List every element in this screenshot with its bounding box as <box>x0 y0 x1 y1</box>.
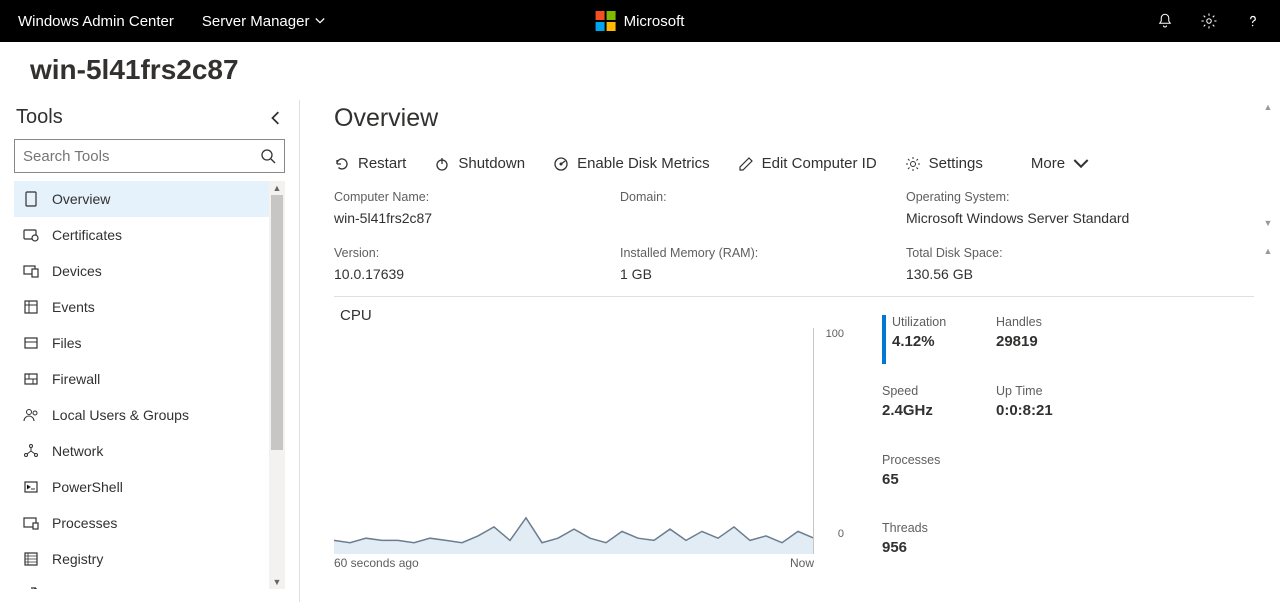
devices-icon <box>22 262 40 280</box>
registry-icon <box>22 550 40 568</box>
chevron-down-icon <box>1073 156 1089 172</box>
info-os: Operating System: Microsoft Windows Serv… <box>906 190 1206 226</box>
sidebar-item-label: Processes <box>52 515 117 531</box>
shutdown-button[interactable]: Shutdown <box>434 155 525 172</box>
top-bar: Windows Admin Center Server Manager Micr… <box>0 0 1280 42</box>
restart-icon <box>334 156 350 172</box>
search-input[interactable] <box>23 148 260 165</box>
content-scrollbar-lower[interactable]: ▲ <box>1260 244 1276 524</box>
overview-icon <box>22 190 40 208</box>
info-domain: Domain: <box>620 190 906 226</box>
shutdown-icon <box>434 156 450 172</box>
sidebar-item-powershell[interactable]: PowerShell <box>14 469 285 505</box>
info-version: Version: 10.0.17639 <box>334 246 620 282</box>
stat-utilization: Utilization 4.12% <box>882 315 992 364</box>
edit-computer-id-button[interactable]: Edit Computer ID <box>738 155 877 172</box>
sidebar-scrollbar[interactable]: ▲ ▼ <box>269 181 285 589</box>
cpu-chart: 100 0 <box>334 328 844 554</box>
sidebar-item-label: Files <box>52 335 82 351</box>
users-icon <box>22 406 40 424</box>
host-name: win-5l41frs2c87 <box>30 54 1280 86</box>
events-icon <box>22 298 40 316</box>
sidebar-item-label: Registry <box>52 551 103 567</box>
sidebar-item-remote-desktop[interactable]: Remote Desktop <box>14 577 285 589</box>
sidebar-item-label: Network <box>52 443 103 459</box>
cpu-title: CPU <box>340 307 844 324</box>
sidebar-item-firewall[interactable]: Firewall <box>14 361 285 397</box>
notifications-icon[interactable] <box>1156 12 1174 30</box>
firewall-icon <box>22 370 40 388</box>
host-header: win-5l41frs2c87 <box>0 42 1280 100</box>
stat-threads: Threads 956 <box>882 521 992 570</box>
files-icon <box>22 334 40 352</box>
sidebar-item-certificates[interactable]: Certificates <box>14 217 285 253</box>
remote-desktop-icon <box>22 586 40 589</box>
context-dropdown[interactable]: Server Manager <box>202 13 326 30</box>
product-brand[interactable]: Windows Admin Center <box>18 13 174 30</box>
cpu-section: CPU 100 0 60 seconds ago Now Utilization… <box>334 307 1254 570</box>
command-bar: Restart Shutdown Enable Disk Metrics Edi… <box>334 155 1280 172</box>
chevron-down-icon <box>315 16 325 26</box>
sidebar-item-label: Remote Desktop <box>52 587 156 589</box>
gear-icon[interactable] <box>1200 12 1218 30</box>
certificates-icon <box>22 226 40 244</box>
sidebar-item-label: Overview <box>52 191 110 207</box>
info-disk: Total Disk Space: 130.56 GB <box>906 246 1206 282</box>
edit-icon <box>738 156 754 172</box>
microsoft-logo-icon <box>596 11 616 31</box>
sidebar-item-processes[interactable]: Processes <box>14 505 285 541</box>
tools-title: Tools <box>16 106 63 129</box>
info-grid: Computer Name: win-5l41frs2c87 Domain: O… <box>334 190 1254 297</box>
tools-sidebar: Tools Overview Certificates Devices Even… <box>0 100 300 602</box>
x-axis-right: Now <box>790 556 814 570</box>
microsoft-brand: Microsoft <box>596 11 685 31</box>
enable-disk-metrics-button[interactable]: Enable Disk Metrics <box>553 155 710 172</box>
help-icon[interactable] <box>1244 12 1262 30</box>
y-axis-max: 100 <box>826 328 844 340</box>
tools-list: Overview Certificates Devices Events Fil… <box>14 181 285 589</box>
settings-button[interactable]: Settings <box>905 155 983 172</box>
disk-metrics-icon <box>553 156 569 172</box>
sidebar-item-users[interactable]: Local Users & Groups <box>14 397 285 433</box>
content-scrollbar-upper[interactable]: ▲▼ <box>1260 100 1276 230</box>
sidebar-item-events[interactable]: Events <box>14 289 285 325</box>
sidebar-item-devices[interactable]: Devices <box>14 253 285 289</box>
cpu-stats: Utilization 4.12% Handles 29819 Speed 2.… <box>844 307 1254 570</box>
stat-processes: Processes 65 <box>882 453 992 502</box>
sidebar-item-label: PowerShell <box>52 479 123 495</box>
microsoft-label: Microsoft <box>624 13 685 30</box>
stat-speed: Speed 2.4GHz <box>882 384 992 433</box>
collapse-sidebar-icon[interactable] <box>269 111 283 125</box>
stat-handles: Handles 29819 <box>996 315 1106 364</box>
search-icon <box>260 148 276 164</box>
search-tools-box[interactable] <box>14 139 285 173</box>
content-pane: Overview Restart Shutdown Enable Disk Me… <box>300 100 1280 602</box>
stat-uptime: Up Time 0:0:8:21 <box>996 384 1106 433</box>
scrollbar-thumb[interactable] <box>271 195 283 450</box>
sidebar-item-label: Certificates <box>52 227 122 243</box>
powershell-icon <box>22 478 40 496</box>
info-ram: Installed Memory (RAM): 1 GB <box>620 246 906 282</box>
network-icon <box>22 442 40 460</box>
sidebar-item-label: Firewall <box>52 371 100 387</box>
gear-icon <box>905 156 921 172</box>
context-dropdown-label: Server Manager <box>202 13 310 30</box>
sidebar-item-label: Devices <box>52 263 102 279</box>
restart-button[interactable]: Restart <box>334 155 406 172</box>
sidebar-item-label: Local Users & Groups <box>52 407 189 423</box>
more-button[interactable]: More <box>1031 155 1089 172</box>
sidebar-item-files[interactable]: Files <box>14 325 285 361</box>
x-axis-left: 60 seconds ago <box>334 556 419 570</box>
sidebar-item-network[interactable]: Network <box>14 433 285 469</box>
sidebar-item-registry[interactable]: Registry <box>14 541 285 577</box>
y-axis-min: 0 <box>838 528 844 540</box>
sidebar-item-label: Events <box>52 299 95 315</box>
sidebar-item-overview[interactable]: Overview <box>14 181 285 217</box>
page-title: Overview <box>334 104 1280 133</box>
processes-icon <box>22 514 40 532</box>
info-computer-name: Computer Name: win-5l41frs2c87 <box>334 190 620 226</box>
